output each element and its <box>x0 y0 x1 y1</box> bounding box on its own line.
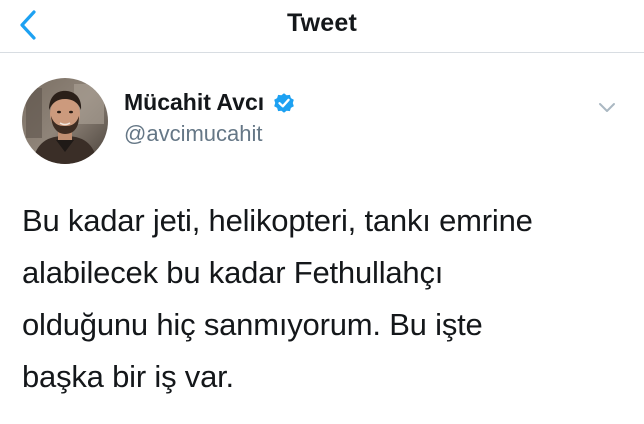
tweet-text-line: olduğunu hiç sanmıyorum. Bu işte <box>22 307 483 342</box>
page-title: Tweet <box>287 9 357 37</box>
author-name-row: Mücahit Avcı <box>124 89 296 116</box>
author-handle[interactable]: @avcimucahit <box>124 121 263 147</box>
navigation-bar: Tweet <box>0 0 644 53</box>
tweet-text: Bu kadar jeti, helikopteri, tankı emrine… <box>22 195 622 403</box>
tweet-text-line: alabilecek bu kadar Fethullahçı <box>22 255 444 290</box>
author-display-name[interactable]: Mücahit Avcı <box>124 89 264 116</box>
verified-badge-icon <box>274 92 294 113</box>
avatar[interactable] <box>22 78 108 164</box>
tweet-text-line: başka bir iş var. <box>22 359 234 394</box>
tweet-card: Mücahit Avcı @avcimucahit Bu kadar jeti,… <box>0 53 644 424</box>
tweet-menu-button[interactable] <box>596 97 618 119</box>
tweet-text-line: Bu kadar jeti, helikopteri, tankı emrine <box>22 203 533 238</box>
chevron-down-icon <box>599 103 615 112</box>
